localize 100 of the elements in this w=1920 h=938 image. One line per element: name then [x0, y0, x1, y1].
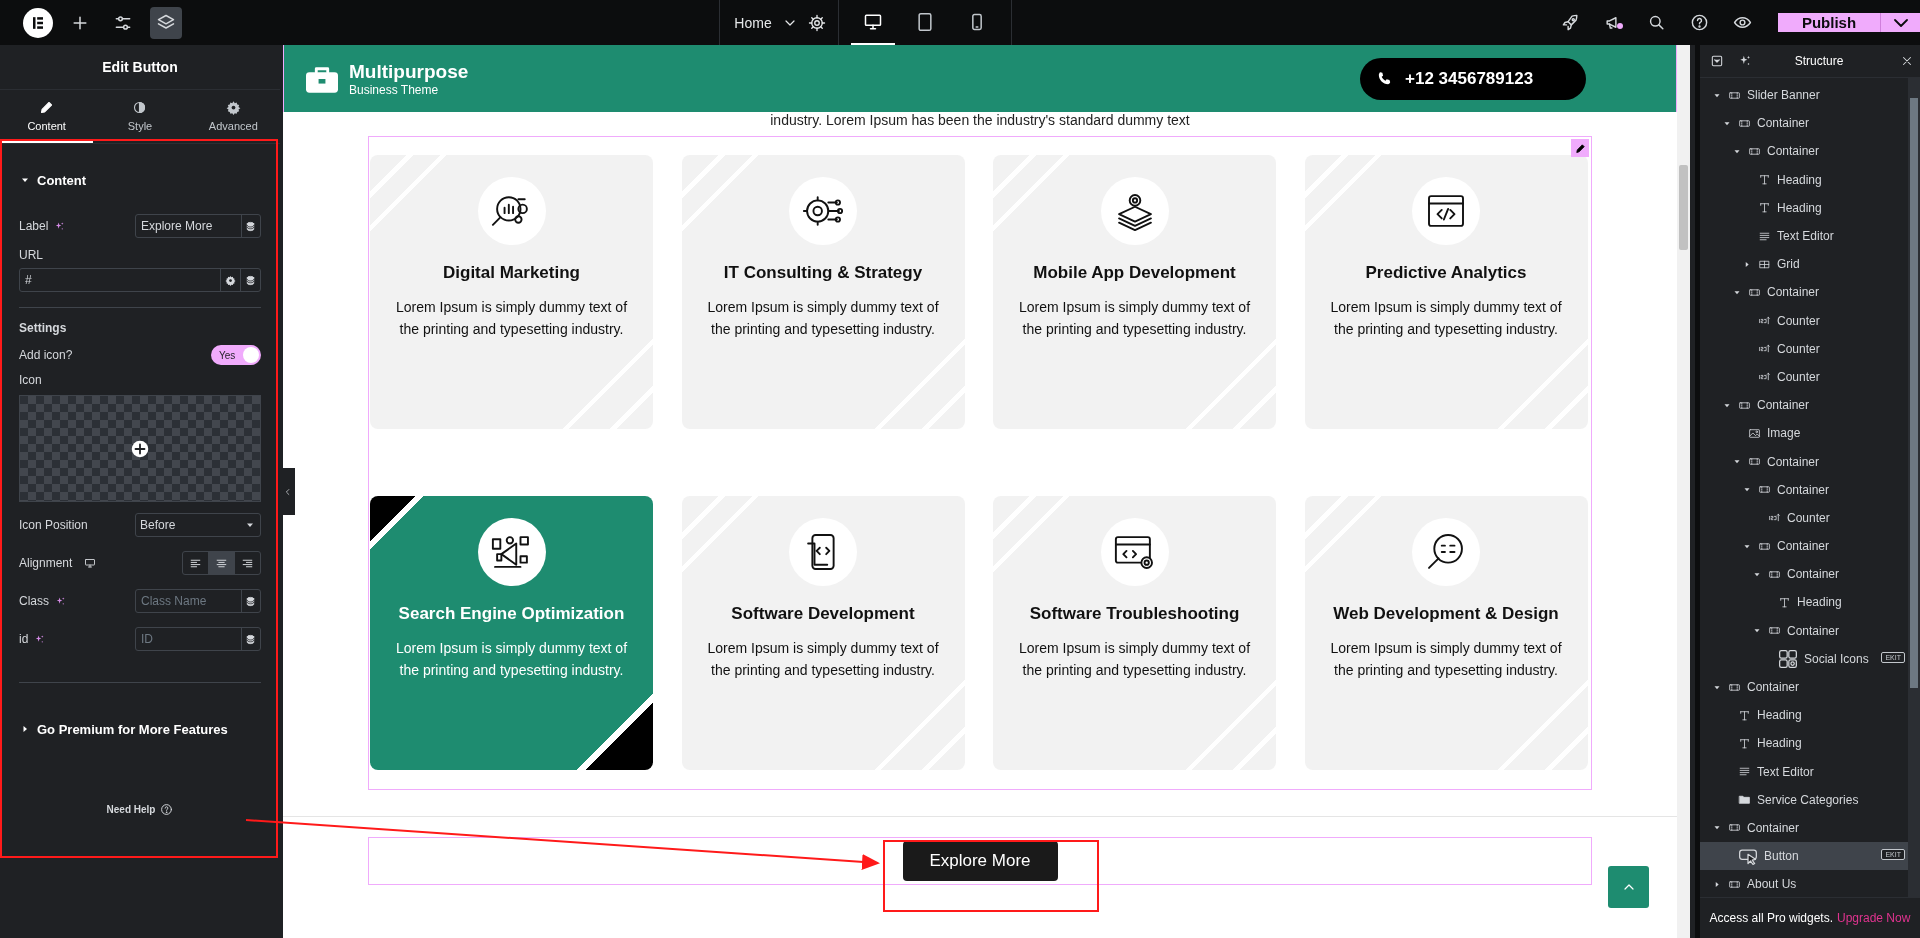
phone-code-icon: [789, 518, 857, 586]
dropdown-square-icon: [1710, 54, 1724, 68]
contrast-icon: [132, 99, 148, 115]
tree-item[interactable]: Heading: [1700, 165, 1908, 194]
panel-title: Edit Button: [102, 59, 178, 75]
align-center-button[interactable]: [208, 552, 234, 574]
social-icon: [1778, 648, 1798, 669]
heading-icon: [1758, 201, 1771, 215]
close-icon[interactable]: [1900, 54, 1914, 68]
structure-button[interactable]: [150, 6, 182, 39]
tree-item[interactable]: Service Categories: [1700, 785, 1908, 814]
layers-gear-icon: [1100, 177, 1169, 245]
card-title: Predictive Analytics: [1365, 263, 1527, 283]
phone-icon: [1376, 70, 1393, 87]
url-input[interactable]: #: [19, 268, 261, 292]
class-input[interactable]: Class Name: [135, 589, 261, 613]
card-text: Lorem Ipsum is simply dummy text of the printing and typesetting industry.: [706, 298, 940, 339]
select-field[interactable]: Before: [135, 513, 261, 537]
card-text: Lorem Ipsum is simply dummy text of the printing and typesetting industry.: [394, 298, 629, 339]
tree-item[interactable]: Slider Banner: [1700, 81, 1908, 110]
card-text: Lorem Ipsum is simply dummy text of the printing and typesetting industry.: [1017, 639, 1252, 680]
card-title: Web Development & Design: [1333, 604, 1559, 624]
card-title: Software Troubleshooting: [1029, 604, 1240, 624]
page-selector[interactable]: Home: [720, 0, 838, 45]
field-label: Class: [19, 594, 49, 608]
tree-item[interactable]: Container: [1700, 137, 1908, 166]
text-field[interactable]: Explore More: [136, 215, 241, 237]
heading-icon: [1738, 736, 1751, 750]
section-toggle[interactable]: Content: [19, 164, 87, 196]
card-text: Lorem Ipsum is simply dummy text of the printing and typesetting industry.: [1329, 639, 1563, 680]
tree-item[interactable]: Container: [1700, 447, 1908, 476]
tree-item[interactable]: Heading: [1700, 701, 1908, 730]
tree-item[interactable]: Container: [1700, 813, 1908, 843]
card-text: Lorem Ipsum is simply dummy text of the printing and typesetting industry.: [706, 639, 940, 680]
heading-icon: [1758, 173, 1771, 187]
id-input[interactable]: ID: [135, 627, 261, 651]
field-label: Icon: [19, 373, 43, 387]
help-icon: [160, 803, 174, 816]
card-title: Software Development: [731, 604, 915, 624]
tree-item[interactable]: Counter: [1700, 503, 1908, 532]
tab[interactable]: Style: [93, 90, 187, 143]
tree-item[interactable]: Heading: [1700, 588, 1908, 617]
panel-title: Structure: [1793, 54, 1845, 68]
edit-widget-button[interactable]: [1571, 139, 1589, 157]
tree-item[interactable]: About Us: [1700, 870, 1908, 899]
logo[interactable]: [23, 7, 53, 38]
help-link[interactable]: Need Help: [106, 804, 156, 815]
brand-tagline: Business Theme: [349, 82, 440, 97]
megaphone-icon: [477, 518, 546, 586]
id-field[interactable]: ID: [136, 628, 241, 650]
label-input[interactable]: Explore More: [135, 214, 261, 238]
tree-item[interactable]: Counter: [1700, 362, 1908, 392]
ai-sparkle-icon: [55, 595, 66, 607]
tree-item[interactable]: Container: [1700, 672, 1908, 702]
tree-item[interactable]: Counter: [1700, 306, 1908, 335]
code-window-icon: [1412, 177, 1480, 245]
tree-item[interactable]: Container: [1700, 532, 1908, 561]
chart-magnifier-icon: [477, 177, 546, 245]
tab[interactable]: Content: [0, 90, 94, 143]
help-icon: [1690, 13, 1709, 32]
gear-icon: [225, 274, 236, 286]
tree-item[interactable]: Container: [1700, 616, 1908, 645]
url-field[interactable]: #: [20, 269, 220, 291]
heading-icon: [1778, 595, 1791, 609]
tree-item[interactable]: Container: [1700, 475, 1908, 504]
card-text: Lorem Ipsum is simply dummy text of the printing and typesetting industry.: [1329, 298, 1563, 339]
class-field[interactable]: Class Name: [136, 590, 241, 612]
card-title: Digital Marketing: [443, 263, 580, 283]
tree-item[interactable]: Container: [1700, 278, 1908, 307]
gear-circuit-icon: [789, 177, 857, 245]
tree-item[interactable]: Grid: [1700, 250, 1908, 279]
phone-button[interactable]: +12 3456789123: [1360, 57, 1586, 100]
browser-gear-icon: [1100, 518, 1169, 586]
tree-item[interactable]: Container: [1700, 560, 1908, 589]
collapse-panel-handle[interactable]: [280, 468, 295, 515]
pencil-icon: [39, 99, 55, 115]
intro-text: industry. Lorem Ipsum has been the industry's standard dummy text: [769, 111, 1191, 130]
monitor-icon: [84, 557, 97, 569]
tree-item[interactable]: Container: [1700, 109, 1908, 138]
upgrade-link[interactable]: Upgrade Now: [1837, 911, 1911, 925]
ai-sparkle-icon: [54, 220, 66, 232]
tree-item[interactable]: Text Editor: [1700, 221, 1908, 251]
tree-item[interactable]: Text Editor: [1700, 757, 1908, 786]
field-label: URL: [19, 248, 44, 262]
folder-icon: [1738, 793, 1751, 807]
toggle-switch[interactable]: Yes: [211, 345, 261, 365]
database-icon: [245, 633, 257, 645]
tab[interactable]: Advanced: [186, 90, 280, 143]
tree-item[interactable]: Heading: [1700, 193, 1908, 222]
tree-item[interactable]: Counter: [1700, 334, 1908, 363]
tree-item[interactable]: Heading: [1700, 729, 1908, 758]
field-label: Add icon?: [19, 348, 73, 362]
card-title: IT Consulting & Strategy: [723, 263, 923, 283]
section-toggle[interactable]: Go Premium for More Features: [19, 713, 261, 745]
search-icon: [1647, 13, 1666, 32]
tree-item[interactable]: Image: [1700, 419, 1908, 448]
explore-button[interactable]: Explore More: [902, 841, 1058, 881]
database-icon: [245, 220, 257, 232]
tree-item[interactable]: Container: [1700, 391, 1908, 420]
promo-text: Access all Pro widgets.: [1709, 911, 1833, 925]
